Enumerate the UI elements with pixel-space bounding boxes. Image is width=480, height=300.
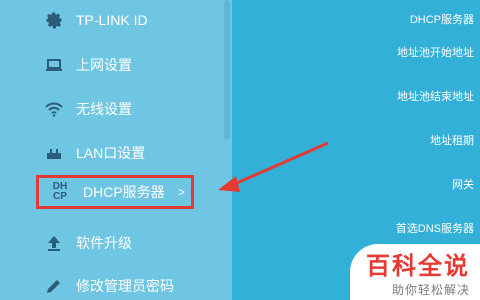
watermark-title: 百科全说: [366, 253, 470, 280]
sidebar-item-label: DHCP服务器: [83, 184, 165, 200]
sidebar-item-admin-password[interactable]: 修改管理员密码: [44, 273, 224, 299]
field-label-pool-start: 地址池开始地址: [397, 47, 474, 59]
sidebar-item-label: 修改管理员密码: [76, 278, 174, 294]
sidebar-item-label: TP-LINK ID: [76, 12, 148, 28]
laptop-icon: [44, 55, 64, 75]
sidebar-item-label: 无线设置: [76, 101, 132, 117]
field-label-gateway: 网关: [452, 179, 474, 191]
upload-arrow-icon: [44, 233, 64, 253]
sidebar-item-label: 软件升级: [76, 235, 132, 251]
dhcp-icon: DH CP: [52, 181, 68, 202]
sidebar-item-tplink-id[interactable]: TP-LINK ID: [44, 7, 224, 33]
sidebar-item-internet[interactable]: 上网设置: [44, 52, 224, 78]
wifi-icon: [44, 99, 64, 119]
field-label-primary-dns: 首选DNS服务器: [395, 223, 474, 235]
sidebar-scrollbar[interactable]: [224, 0, 230, 140]
sidebar-nav: TP-LINK ID 上网设置 无线设置 LAN口设置 DH CP DHCP服务…: [0, 0, 232, 300]
watermark-subtitle: 助你轻松解决: [391, 283, 470, 297]
sidebar-item-label: 上网设置: [76, 57, 132, 73]
chevron-right-icon: >: [177, 185, 185, 199]
field-label-pool-end: 地址池结束地址: [397, 91, 474, 103]
pencil-icon: [44, 276, 64, 296]
gear-icon: [44, 10, 64, 30]
sidebar-item-dhcp[interactable]: DH CP DHCP服务器 >: [36, 175, 194, 209]
sidebar-item-firmware-upgrade[interactable]: 软件升级: [44, 230, 224, 256]
field-label-dhcp-server: DHCP服务器: [409, 14, 474, 26]
sidebar-item-lan[interactable]: LAN口设置: [44, 140, 224, 166]
router-icon: [44, 143, 64, 163]
sidebar-item-label: LAN口设置: [76, 145, 146, 161]
field-label-lease-time: 地址租期: [430, 135, 474, 147]
watermark-logo: 百科全说 助你轻松解决: [350, 244, 480, 300]
sidebar-item-wireless[interactable]: 无线设置: [44, 96, 224, 122]
